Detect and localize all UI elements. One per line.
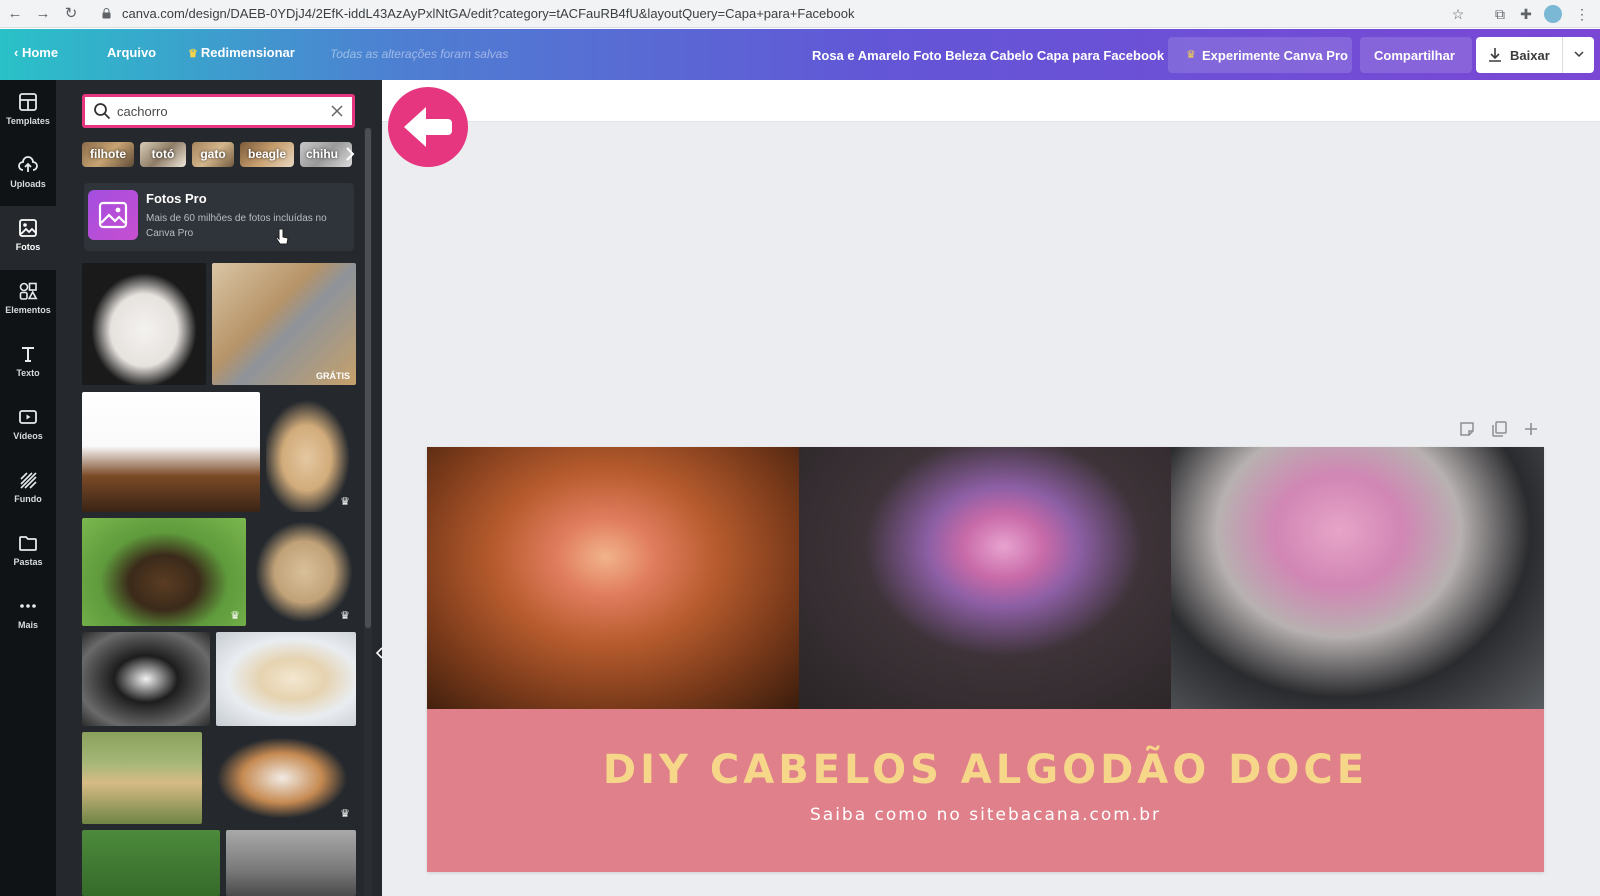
suggestion-chip[interactable]: beagle [240,142,294,167]
suggestion-chip[interactable]: filhote [82,142,134,167]
suggestion-chip[interactable]: gato [192,142,234,167]
close-icon[interactable] [329,103,345,119]
design-headline[interactable]: DIY CABELOS ALGODÃO DOCE [427,747,1544,793]
browser-toolbar: ← → ↻ canva.com/design/DAEB-0YDjJ4/2EfK-… [0,0,1600,28]
photo-thumbnail-puppies[interactable] [82,732,202,824]
design-photo-left[interactable] [427,447,799,709]
editor-topbar: ‹ Home Arquivo ♛ Redimensionar Todas as … [0,29,1600,80]
design-page[interactable]: DIY CABELOS ALGODÃO DOCE Saiba como no s… [427,447,1544,872]
crown-icon: ♛ [340,496,350,508]
photos-panel: filhote totó gato beagle chihu Fotos Pro… [56,80,382,896]
crown-icon: ♛ [230,610,240,622]
home-button[interactable]: ‹ Home [14,45,58,60]
upload-icon [18,156,38,172]
design-photo-right[interactable] [1171,447,1544,709]
duplicate-page-icon[interactable] [1490,420,1508,438]
chevron-right-icon[interactable] [342,144,358,164]
text-icon [22,347,34,362]
video-icon [19,410,37,424]
search-icon [94,103,111,120]
rail-item-uploads[interactable]: Uploads [0,143,56,207]
photos-icon [19,219,37,237]
rail-item-background[interactable]: Fundo [0,458,56,522]
photo-thumbnail-dog[interactable] [82,263,206,385]
file-menu-button[interactable]: Arquivo [107,45,156,60]
photo-thumbnail-border-collie[interactable] [82,632,210,726]
photo-thumbnail-dog-peek[interactable] [82,392,260,512]
download-icon [1489,48,1501,62]
add-page-icon[interactable] [1522,420,1540,438]
left-nav-rail: Templates Uploads Fotos Elementos Texto … [0,80,56,896]
photo-thumbnail-dog-laptop[interactable]: GRÁTIS [212,263,356,385]
folder-icon [19,536,37,551]
rail-item-folders[interactable]: Pastas [0,521,56,585]
divider [1562,37,1563,73]
photo-thumbnail-golden[interactable]: ♛ [266,392,356,512]
background-icon [20,472,37,489]
fotos-pro-promo[interactable]: Fotos Pro Mais de 60 milhões de fotos in… [84,183,354,251]
rail-item-videos[interactable]: Vídeos [0,395,56,459]
design-photo-center[interactable] [799,447,1171,709]
photo-thumbnail-bulldog[interactable]: ♛ [208,732,356,824]
elements-icon [19,282,38,300]
url-text: canva.com/design/DAEB-0YDjJ4/2EfK-iddL43… [122,6,855,21]
promo-description: Mais de 60 milhões de fotos incluídas no… [146,213,327,239]
rail-item-elements[interactable]: Elementos [0,269,56,333]
rail-item-templates[interactable]: Templates [0,80,56,144]
save-status: Todas as alterações foram salvas [330,47,509,61]
extension-icon[interactable]: ⧉ [1490,4,1510,24]
mouse-cursor-icon [275,228,289,245]
document-title[interactable]: Rosa e Amarelo Foto Beleza Cabelo Capa p… [812,48,1164,63]
browser-menu-icon[interactable]: ⋮ [1572,4,1592,24]
puzzle-extensions-icon[interactable]: ✚ [1516,4,1536,24]
search-input[interactable] [117,102,317,120]
photo-thumbnail-dog-bw[interactable] [226,830,356,896]
resize-button[interactable]: ♛ Redimensionar [188,45,295,60]
photo-thumbnail-golden-snow[interactable] [216,632,356,726]
crown-icon: ♛ [340,610,350,622]
more-icon [20,604,36,608]
lock-icon [102,8,111,19]
promo-title: Fotos Pro [146,191,207,206]
rail-item-photos[interactable]: Fotos [0,206,56,270]
address-bar[interactable]: canva.com/design/DAEB-0YDjJ4/2EfK-iddL43… [92,3,1472,25]
rail-item-more[interactable]: Mais [0,584,56,648]
panel-scrollbar[interactable] [364,128,372,896]
rail-item-text[interactable]: Texto [0,332,56,396]
crown-icon: ♛ [1186,49,1196,61]
editor-toolbar [382,80,1600,122]
download-button[interactable]: Baixar [1476,37,1594,73]
crown-icon: ♛ [340,808,350,820]
image-icon [88,190,138,240]
search-box[interactable] [82,94,355,128]
crown-icon: ♛ [188,48,201,60]
free-badge: GRÁTIS [315,371,350,381]
note-icon[interactable] [1458,420,1476,438]
chevron-left-icon: ‹ [14,45,22,60]
chevron-down-icon[interactable] [1570,45,1588,63]
photo-thumbnail-doodle[interactable]: ♛ [252,518,356,626]
suggestion-chip[interactable]: totó [140,142,186,167]
arrow-left-icon [404,107,452,147]
bookmark-star-icon[interactable]: ☆ [1448,4,1468,24]
try-canva-pro-button[interactable]: ♛ Experimente Canva Pro [1168,37,1352,73]
browser-forward-icon[interactable]: → [34,5,52,23]
templates-icon [19,93,37,111]
design-subheadline[interactable]: Saiba como no sitebacana.com.br [427,805,1544,825]
scrollbar-thumb[interactable] [365,128,371,628]
profile-avatar[interactable] [1544,5,1562,23]
browser-back-icon[interactable]: ← [6,5,24,23]
back-arrow-overlay [388,87,468,167]
photo-thumbnail-dog-grass[interactable]: ♛ [82,518,246,626]
photo-thumbnail-dog-sunglasses[interactable] [82,830,220,896]
share-button[interactable]: Compartilhar [1360,37,1472,73]
browser-reload-icon[interactable]: ↻ [62,5,80,23]
